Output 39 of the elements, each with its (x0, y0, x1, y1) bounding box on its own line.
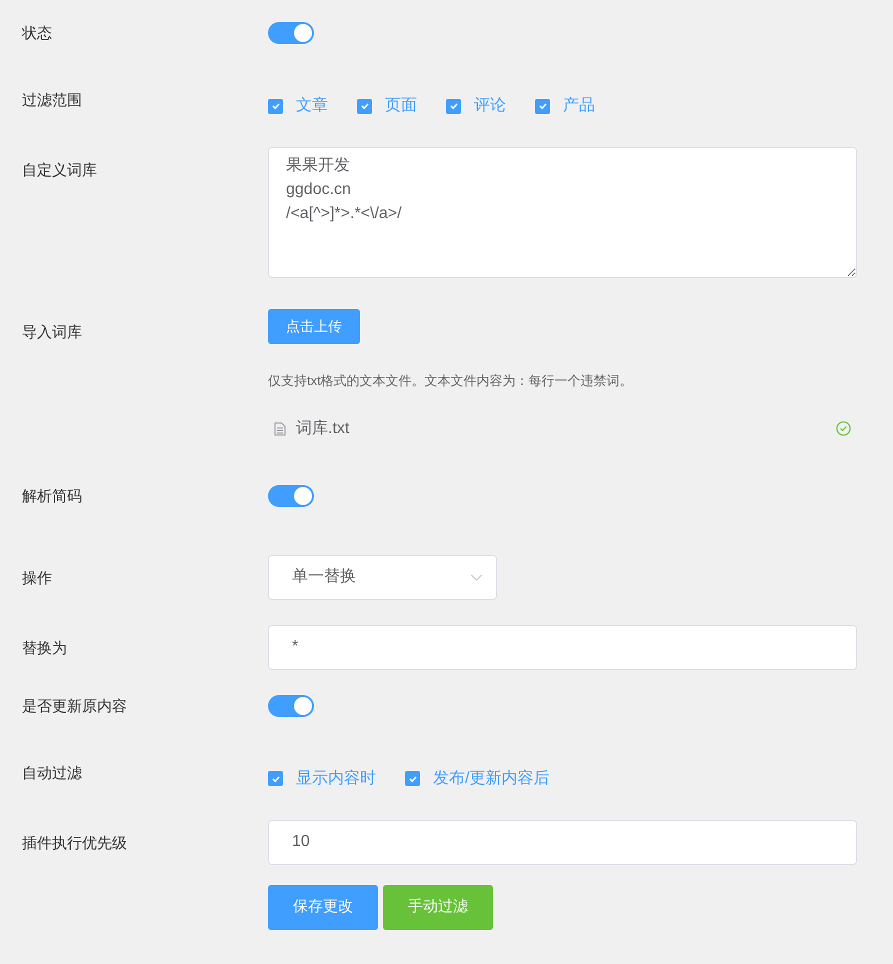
text-area[interactable]: 果果开发 ggdoc.cn /<a[^>]*>.*<\/a>/ (268, 147, 857, 278)
toggle-switch[interactable] (268, 694, 314, 716)
check-icon (270, 774, 280, 784)
hint-text: 仅支持txt格式的文本文件。文本文件内容为：每行一个违禁词。 (268, 372, 634, 390)
checkbox[interactable] (446, 98, 461, 114)
field-label: 是否更新原内容 (22, 698, 127, 714)
checkbox-label: 发布/更新内容后 (433, 768, 550, 788)
checkbox[interactable] (535, 98, 550, 114)
field-label: 操作 (22, 570, 52, 586)
select-field[interactable]: 单一替换 (268, 554, 497, 600)
document-icon (274, 422, 286, 436)
toggle-switch[interactable] (268, 22, 314, 44)
file-name[interactable]: 词库.txt (296, 416, 350, 440)
field-label: 过滤范围 (22, 92, 82, 109)
checkbox-label: 产品 (563, 96, 595, 116)
checkbox-label: 页面 (385, 96, 417, 116)
checkbox-label: 文章 (296, 96, 328, 116)
checkbox[interactable] (357, 98, 372, 114)
field-label: 解析简码 (22, 488, 82, 504)
field-label: 替换为 (22, 640, 67, 656)
checkbox-label: 评论 (474, 96, 506, 116)
checkbox-label: 显示内容时 (296, 768, 376, 788)
field-label: 自定义词库 (22, 162, 97, 179)
text-input[interactable]: 10 (268, 820, 857, 864)
check-icon (538, 101, 548, 111)
check-icon (408, 774, 418, 784)
check-icon (448, 101, 458, 111)
checkbox[interactable] (405, 771, 420, 786)
text-input[interactable]: * (268, 624, 857, 670)
field-label: 导入词库 (22, 324, 82, 341)
field-label: 状态 (22, 25, 52, 42)
checkbox[interactable] (268, 771, 283, 786)
field-label: 插件执行优先级 (22, 834, 127, 852)
field-label: 自动过滤 (22, 764, 82, 782)
chevron-down-icon (470, 574, 483, 580)
toggle-switch[interactable] (268, 484, 314, 506)
check-icon (270, 101, 280, 111)
check-icon (360, 101, 370, 111)
checkbox[interactable] (268, 98, 283, 114)
